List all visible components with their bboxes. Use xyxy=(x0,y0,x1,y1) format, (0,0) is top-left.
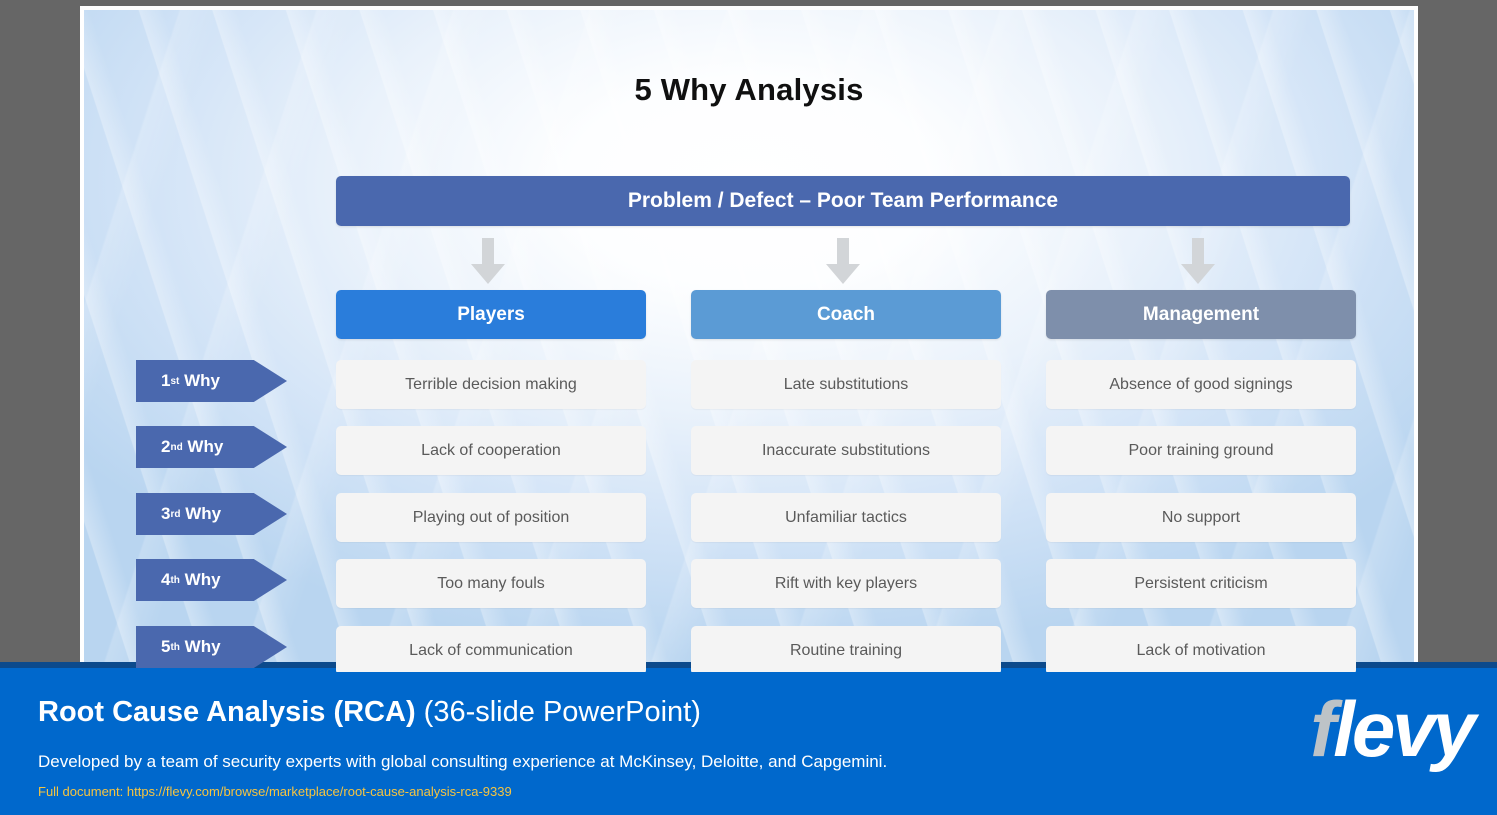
why-label-ordinal: th xyxy=(170,574,180,586)
arrow-down-icon xyxy=(1181,238,1215,284)
cell-coach-why-4: Rift with key players xyxy=(691,559,1001,608)
flevy-logo[interactable]: flevy xyxy=(1310,690,1476,768)
cell-coach-why-1: Late substitutions xyxy=(691,360,1001,409)
arrow-down-icon xyxy=(826,238,860,284)
cell-coach-why-2: Inaccurate substitutions xyxy=(691,426,1001,475)
column-header-label: Players xyxy=(457,303,525,325)
cell-label: Lack of cooperation xyxy=(421,441,561,459)
cell-players-why-1: Terrible decision making xyxy=(336,360,646,409)
why-label-number: 1 xyxy=(161,371,171,390)
why-label-ordinal: nd xyxy=(170,441,183,453)
cell-management-why-1: Absence of good signings xyxy=(1046,360,1356,409)
problem-statement-label: Problem / Defect – Poor Team Performance xyxy=(627,189,1059,212)
why-label-number: 4 xyxy=(161,570,171,589)
why-label-word: Why xyxy=(179,637,221,656)
cell-management-why-2: Poor training ground xyxy=(1046,426,1356,475)
cell-management-why-5: Lack of motivation xyxy=(1046,626,1356,672)
promo-title-strong: Root Cause Analysis (RCA) xyxy=(38,696,416,728)
column-header-management: Management xyxy=(1046,290,1356,339)
column-header-label: Coach xyxy=(816,303,876,325)
why-label-word: Why xyxy=(179,371,220,390)
promo-document-link[interactable]: Full document: https://flevy.com/browse/… xyxy=(38,784,512,799)
slide-canvas: 5 Why Analysis Problem / Defect – Poor T… xyxy=(84,10,1414,672)
why-label-2: 2nd Why xyxy=(136,426,287,468)
arrow-down-icon xyxy=(471,238,505,284)
cell-label: Terrible decision making xyxy=(405,375,577,393)
cell-label: Late substitutions xyxy=(783,375,909,393)
cell-players-why-2: Lack of cooperation xyxy=(336,426,646,475)
cell-players-why-4: Too many fouls xyxy=(336,559,646,608)
why-label-word: Why xyxy=(182,437,224,456)
cell-label: Too many fouls xyxy=(437,574,545,592)
cell-label: Routine training xyxy=(789,641,903,659)
flevy-logo-f: f xyxy=(1310,685,1336,773)
why-label-word: Why xyxy=(180,504,222,523)
cell-players-why-3: Playing out of position xyxy=(336,493,646,542)
cell-management-why-4: Persistent criticism xyxy=(1046,559,1356,608)
cell-label: Playing out of position xyxy=(412,508,570,526)
problem-statement-bar: Problem / Defect – Poor Team Performance xyxy=(336,176,1350,226)
cell-players-why-5: Lack of communication xyxy=(336,626,646,672)
promo-banner: Root Cause Analysis (RCA) (36-slide Powe… xyxy=(0,662,1497,815)
why-label-4: 4th Why xyxy=(136,559,287,601)
why-label-number: 2 xyxy=(161,437,171,456)
why-label-ordinal: rd xyxy=(170,508,181,520)
column-header-coach: Coach xyxy=(691,290,1001,339)
cell-coach-why-5: Routine training xyxy=(691,626,1001,672)
cell-management-why-3: No support xyxy=(1046,493,1356,542)
column-header-label: Management xyxy=(1142,303,1260,325)
cell-label: Lack of motivation xyxy=(1136,641,1266,659)
cell-label: Unfamiliar tactics xyxy=(785,508,907,526)
cell-coach-why-3: Unfamiliar tactics xyxy=(691,493,1001,542)
column-header-players: Players xyxy=(336,290,646,339)
promo-title-light: (36-slide PowerPoint) xyxy=(415,696,701,728)
cell-label: Lack of communication xyxy=(409,641,573,659)
cell-label: Persistent criticism xyxy=(1134,574,1268,592)
promo-subtitle: Developed by a team of security experts … xyxy=(38,752,888,771)
cell-label: Inaccurate substitutions xyxy=(761,441,931,459)
cell-label: Absence of good signings xyxy=(1109,375,1293,393)
slide-frame: 5 Why Analysis Problem / Defect – Poor T… xyxy=(80,6,1418,676)
screenshot-root: 5 Why Analysis Problem / Defect – Poor T… xyxy=(0,0,1497,815)
why-label-number: 3 xyxy=(161,504,171,523)
cell-label: No support xyxy=(1161,508,1241,526)
why-label-1: 1st Why xyxy=(136,360,287,402)
why-label-word: Why xyxy=(179,570,221,589)
why-label-ordinal: th xyxy=(170,641,180,653)
cell-label: Rift with key players xyxy=(774,574,918,592)
promo-title: Root Cause Analysis (RCA) (36-slide Powe… xyxy=(38,696,701,729)
why-label-ordinal: st xyxy=(170,375,180,387)
cell-label: Poor training ground xyxy=(1128,441,1274,459)
page-title: 5 Why Analysis xyxy=(634,72,864,107)
why-label-3: 3rd Why xyxy=(136,493,287,535)
why-label-number: 5 xyxy=(161,637,171,656)
flevy-logo-levy: levy xyxy=(1333,685,1476,773)
